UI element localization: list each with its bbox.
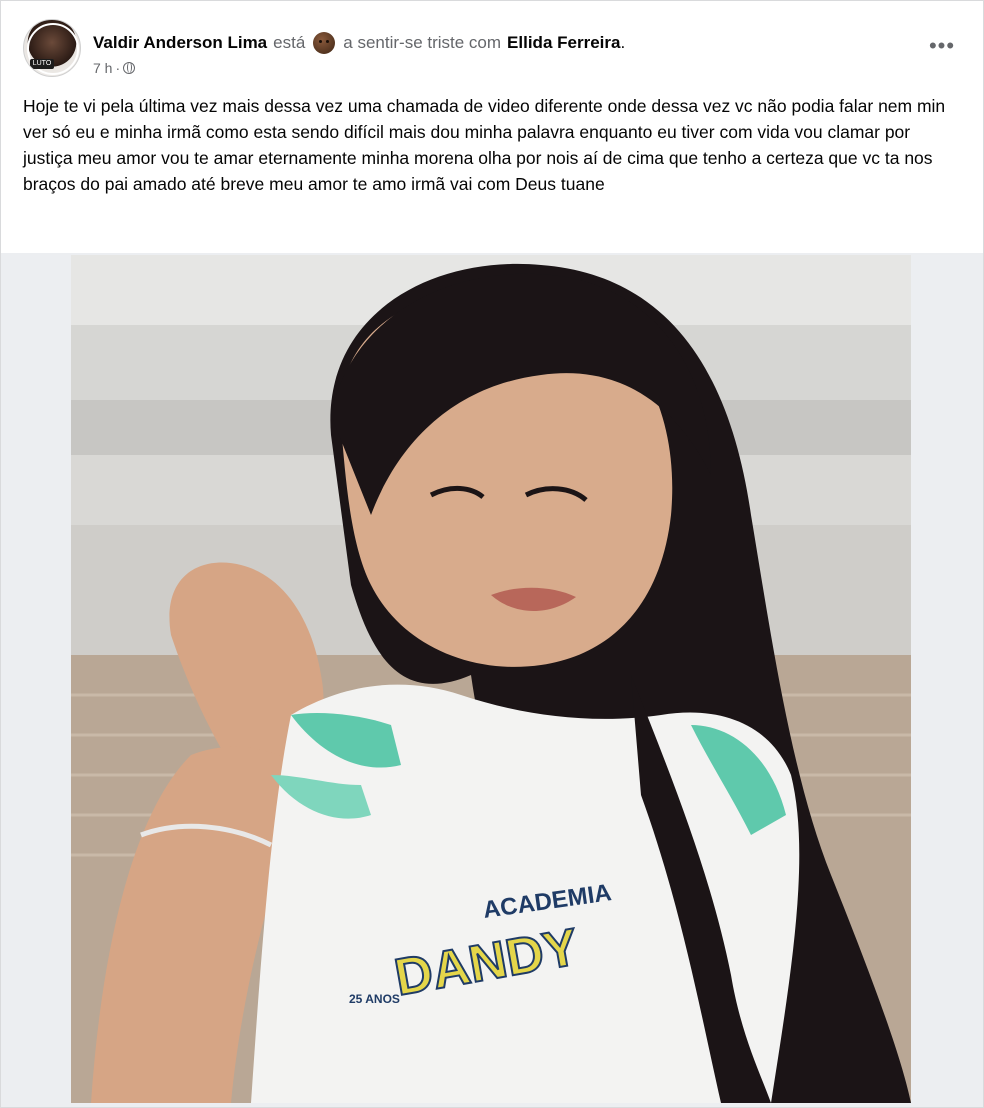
tagged-suffix: . — [620, 33, 626, 52]
post-title-line: Valdir Anderson Lima está a sentir-se tr… — [93, 31, 625, 55]
post-meta: 7 h · — [93, 59, 136, 77]
author-name-link[interactable]: Valdir Anderson Lima — [93, 33, 267, 53]
more-options-icon: ••• — [928, 33, 956, 58]
feeling-text: a sentir-se triste com — [343, 33, 502, 52]
is-text: está — [273, 33, 306, 52]
globe-icon[interactable] — [123, 62, 136, 74]
author-avatar[interactable]: LUTO — [23, 19, 81, 77]
photo-drawing: ACADEMIA DANDY 25 ANOS — [71, 255, 911, 1103]
post-media: ACADEMIA DANDY 25 ANOS — [1, 253, 983, 1107]
avatar-luto-badge: LUTO — [30, 59, 54, 69]
sad-face-emoji-icon — [313, 32, 336, 54]
more-options-button[interactable]: ••• — [927, 31, 957, 61]
post-photo[interactable]: ACADEMIA DANDY 25 ANOS — [71, 255, 911, 1103]
facebook-post: LUTO Valdir Anderson Lima está a sentir-… — [0, 0, 984, 1108]
post-timestamp-link[interactable]: 7 h — [93, 60, 112, 76]
shirt-badge: 25 ANOS — [349, 992, 400, 1006]
tagged-person-link[interactable]: Ellida Ferreira — [507, 33, 620, 53]
meta-separator: · — [115, 60, 121, 76]
post-text: Hoje te vi pela última vez mais dessa ve… — [23, 96, 946, 194]
post-header: LUTO Valdir Anderson Lima está a sentir-… — [1, 1, 983, 81]
